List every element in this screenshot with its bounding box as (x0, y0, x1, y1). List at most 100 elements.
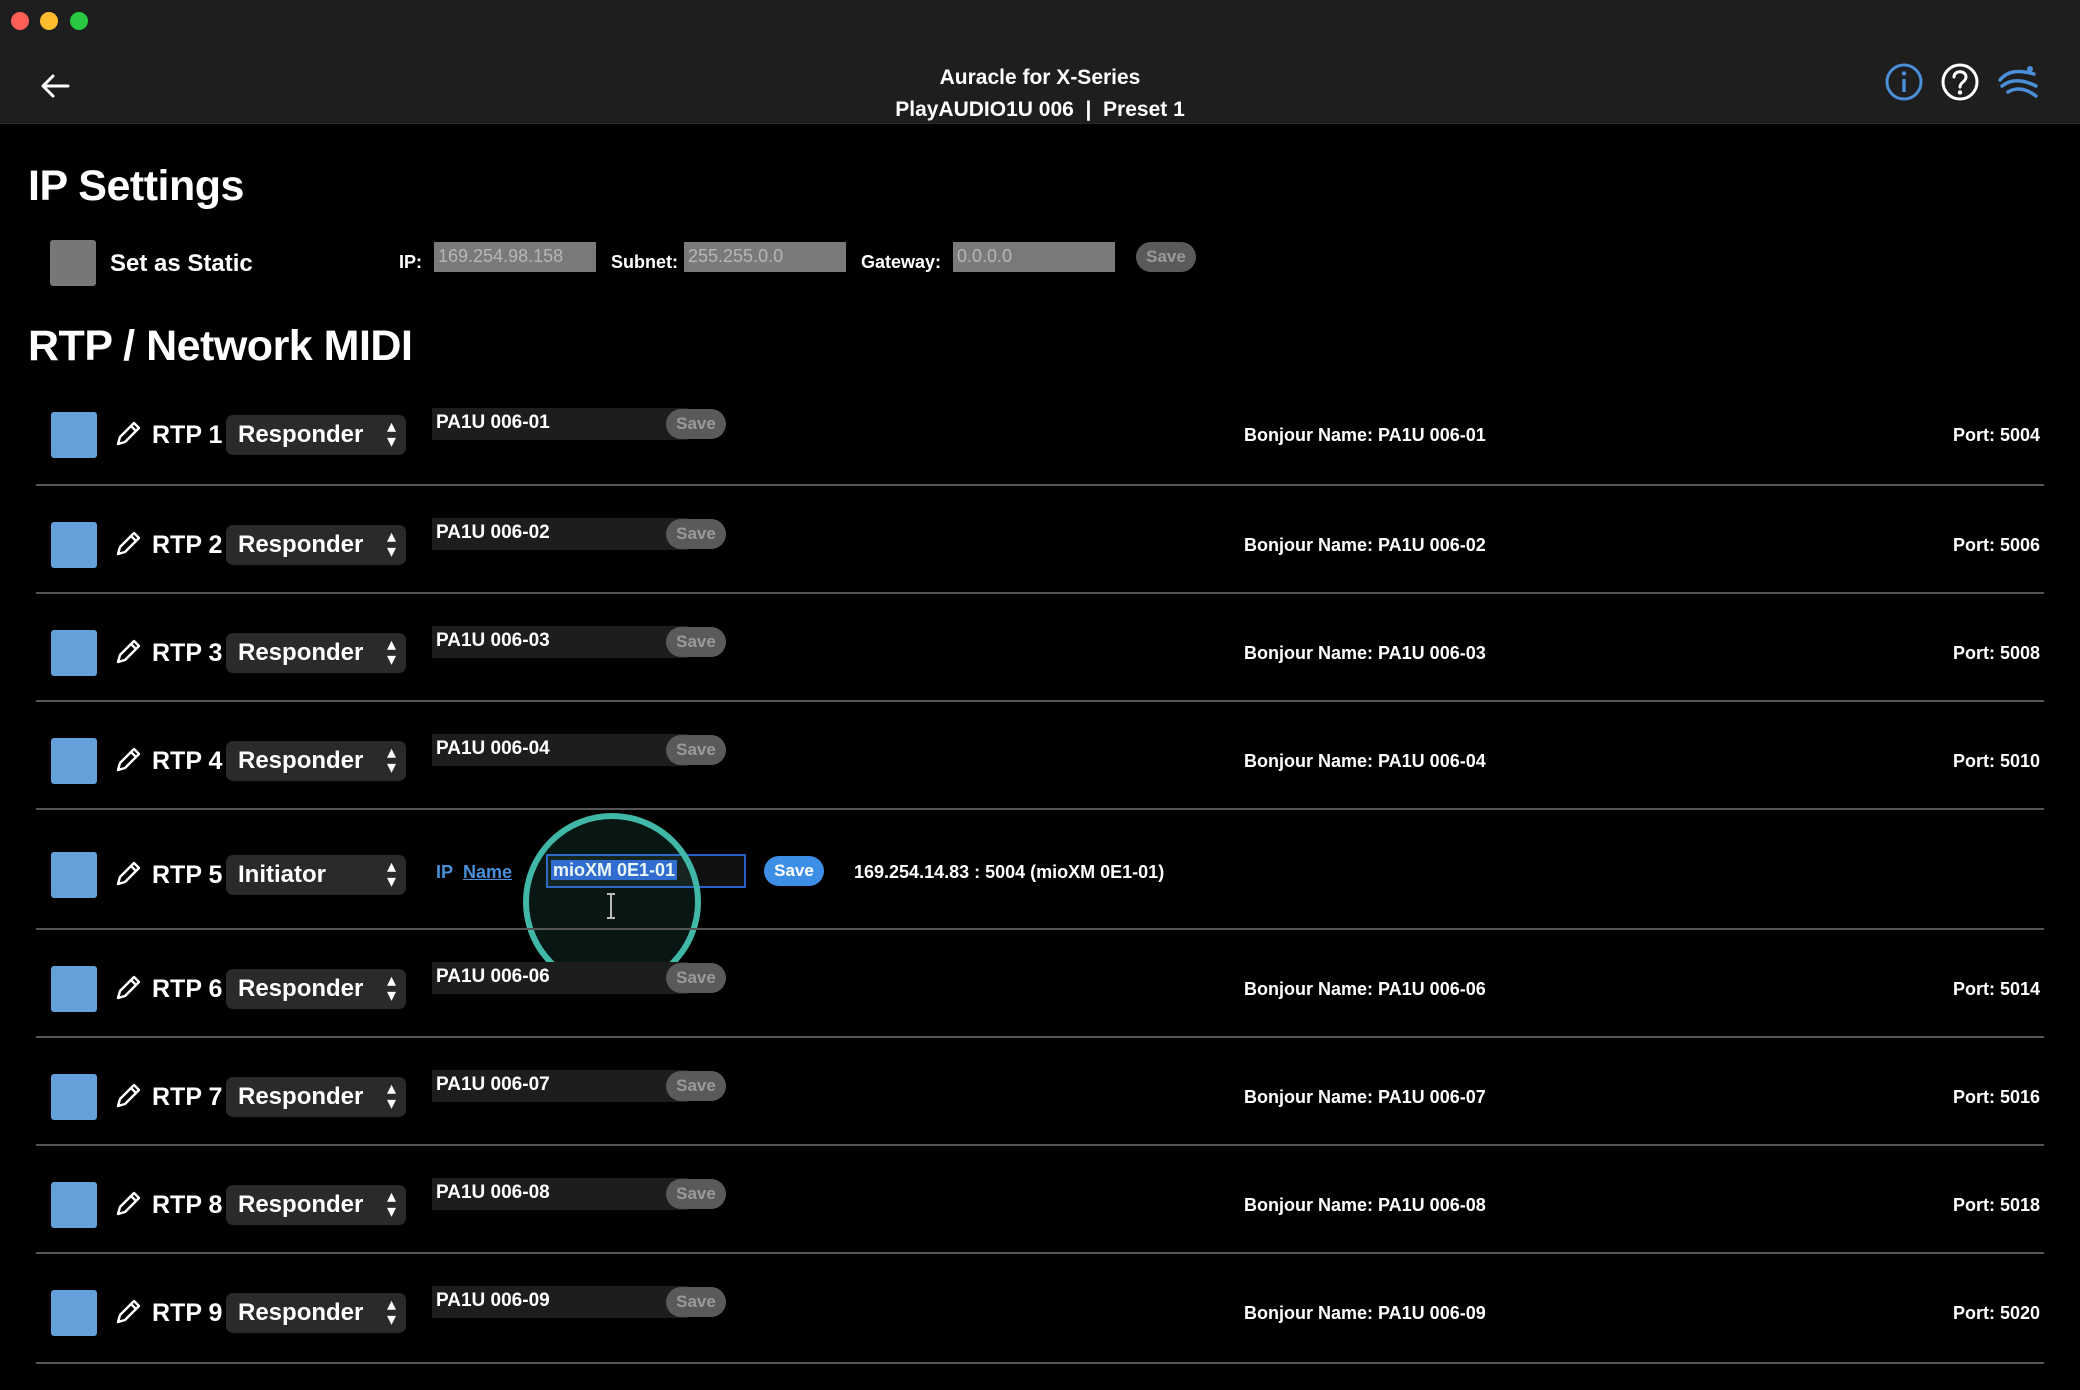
rtp-role-select[interactable]: Responder ▴ ▾ (226, 969, 406, 1009)
set-static-label: Set as Static (110, 250, 253, 277)
window-close-button[interactable] (11, 12, 29, 30)
rtp-row-4: RTP 4 Responder ▴ ▾ PA1U 006-04 Save Bonjo… (36, 702, 2044, 810)
bonjour-name: Bonjour Name: PA1U 006-03 (1244, 643, 1486, 663)
rtp-role-select[interactable]: Responder ▴ ▾ (226, 633, 406, 673)
up-down-chevron-icon: ▴ ▾ (386, 526, 396, 561)
rtp-enable-checkbox[interactable] (51, 412, 97, 458)
rtp-save-button[interactable]: Save (666, 1179, 726, 1209)
up-down-chevron-icon: ▴ ▾ (386, 742, 396, 777)
rtp-save-button[interactable]: Save (666, 963, 726, 993)
bonjour-name: Bonjour Name: PA1U 006-09 (1244, 1303, 1486, 1323)
rtp-name-field[interactable]: PA1U 006-07 (432, 1070, 688, 1102)
rtp-enable-checkbox[interactable] (51, 852, 97, 898)
rtp-port: Port: 5010 (1952, 751, 2040, 771)
rtp-role-select[interactable]: Responder ▴ ▾ (226, 1185, 406, 1225)
rtp-role-value: Responder (238, 421, 364, 448)
pencil-edit-icon[interactable] (112, 1188, 144, 1220)
rtp-role-select[interactable]: Responder ▴ ▾ (226, 1293, 406, 1333)
rtp-enable-checkbox[interactable] (51, 522, 97, 568)
rtp-label: RTP 8 (152, 1191, 223, 1219)
title-bar: Auracle for X-Series PlayAUDIO1U 006 | P… (0, 0, 2080, 124)
rtp-label: RTP 2 (152, 531, 223, 559)
pencil-edit-icon[interactable] (112, 528, 144, 560)
rtp-enable-checkbox[interactable] (51, 1074, 97, 1120)
rtp-save-button[interactable]: Save (666, 1287, 726, 1317)
up-down-chevron-icon: ▴ ▾ (386, 970, 396, 1005)
pencil-edit-icon[interactable] (112, 1296, 144, 1328)
pencil-edit-icon[interactable] (112, 744, 144, 776)
ip-settings-title: IP Settings (28, 162, 244, 210)
pencil-edit-icon[interactable] (112, 858, 144, 890)
rtp-save-button[interactable]: Save (666, 627, 726, 657)
rtp-name-field[interactable]: PA1U 006-03 (432, 626, 688, 658)
device-preset-title: PlayAUDIO1U 006 | Preset 1 (895, 98, 1185, 121)
rtp-save-button[interactable]: Save (666, 735, 726, 765)
ip-save-button[interactable]: Save (1136, 242, 1196, 272)
pencil-edit-icon[interactable] (112, 1080, 144, 1112)
initiator-save-button[interactable]: Save (764, 856, 824, 886)
app-title: Auracle for X-Series (939, 66, 1141, 89)
rtp-role-select[interactable]: Responder ▴ ▾ (226, 741, 406, 781)
bonjour-name: Bonjour Name: PA1U 006-02 (1244, 535, 1486, 555)
ip-mode-toggle[interactable]: IP (436, 862, 453, 883)
rtp-role-value: Responder (238, 531, 364, 558)
bonjour-name: Bonjour Name: PA1U 006-07 (1244, 1087, 1486, 1107)
window-maximize-button[interactable] (70, 12, 88, 30)
rtp-role-value: Responder (238, 1083, 364, 1110)
rtp-enable-checkbox[interactable] (51, 966, 97, 1012)
gateway-label: Gateway: (861, 252, 942, 272)
bonjour-name: Bonjour Name: PA1U 006-01 (1244, 425, 1486, 445)
wave-logo-icon[interactable] (1996, 62, 2040, 102)
pencil-edit-icon[interactable] (112, 418, 144, 450)
rtp-name-field[interactable]: PA1U 006-04 (432, 734, 688, 766)
rtp-save-button[interactable]: Save (666, 519, 726, 549)
rtp-role-select[interactable]: Responder ▴ ▾ (226, 415, 406, 455)
info-icon[interactable] (1884, 62, 1924, 102)
bonjour-name: Bonjour Name: PA1U 006-04 (1244, 751, 1486, 771)
rtp-name-field[interactable]: PA1U 006-02 (432, 518, 688, 550)
rtp-save-button[interactable]: Save (666, 409, 726, 439)
rtp-port: Port: 5018 (1952, 1195, 2040, 1215)
pencil-edit-icon[interactable] (112, 972, 144, 1004)
rtp-label: RTP 6 (152, 975, 223, 1003)
set-static-checkbox[interactable] (50, 240, 96, 286)
initiator-name-input[interactable]: mioXM 0E1-01 (546, 854, 746, 888)
rtp-label: RTP 1 (152, 421, 223, 449)
rtp-name-field[interactable]: PA1U 006-08 (432, 1178, 688, 1210)
rtp-port: Port: 5014 (1952, 979, 2040, 999)
gateway-field[interactable]: 0.0.0.0 (953, 242, 1115, 272)
rtp-row-1: RTP 1 Responder ▴ ▾ PA1U 006-01 Save Bonjo… (36, 388, 2044, 486)
subnet-label: Subnet: (611, 252, 678, 272)
rtp-save-button[interactable]: Save (666, 1071, 726, 1101)
rtp-label: RTP 9 (152, 1299, 223, 1327)
rtp-role-select[interactable]: Responder ▴ ▾ (226, 525, 406, 565)
bonjour-name: Bonjour Name: PA1U 006-06 (1244, 979, 1486, 999)
rtp-name-field[interactable]: PA1U 006-06 (432, 962, 688, 994)
rtp-enable-checkbox[interactable] (51, 1182, 97, 1228)
rtp-name-field[interactable]: PA1U 006-09 (432, 1286, 688, 1318)
rtp-row-9: RTP 9 Responder ▴ ▾ PA1U 006-09 Save Bonjo… (36, 1254, 2044, 1364)
up-down-chevron-icon: ▴ ▾ (386, 416, 396, 451)
rtp-enable-checkbox[interactable] (51, 1290, 97, 1336)
ip-address-field[interactable]: 169.254.98.158 (434, 242, 596, 272)
subnet-field[interactable]: 255.255.0.0 (684, 242, 846, 272)
text-cursor-icon (607, 893, 615, 919)
rtp-port: Port: 5020 (1952, 1303, 2040, 1323)
rtp-enable-checkbox[interactable] (51, 630, 97, 676)
rtp-role-value: Responder (238, 747, 364, 774)
up-down-chevron-icon: ▴ ▾ (386, 1294, 396, 1329)
rtp-port: Port: 5016 (1952, 1087, 2040, 1107)
rtp-role-select[interactable]: Responder ▴ ▾ (226, 1077, 406, 1117)
rtp-row-6: RTP 6 Responder ▴ ▾ PA1U 006-06 Save Bonjo… (36, 930, 2044, 1038)
name-mode-toggle[interactable]: Name (463, 862, 512, 883)
help-icon[interactable] (1940, 62, 1980, 102)
window-minimize-button[interactable] (40, 12, 58, 30)
rtp-role-select[interactable]: Initiator ▴ ▾ (226, 855, 406, 895)
rtp-enable-checkbox[interactable] (51, 738, 97, 784)
rtp-label: RTP 7 (152, 1083, 223, 1111)
pencil-edit-icon[interactable] (112, 636, 144, 668)
up-down-chevron-icon: ▴ ▾ (386, 1078, 396, 1113)
up-down-chevron-icon: ▴ ▾ (386, 1186, 396, 1221)
rtp-name-field[interactable]: PA1U 006-01 (432, 408, 688, 440)
rtp-role-value: Responder (238, 639, 364, 666)
